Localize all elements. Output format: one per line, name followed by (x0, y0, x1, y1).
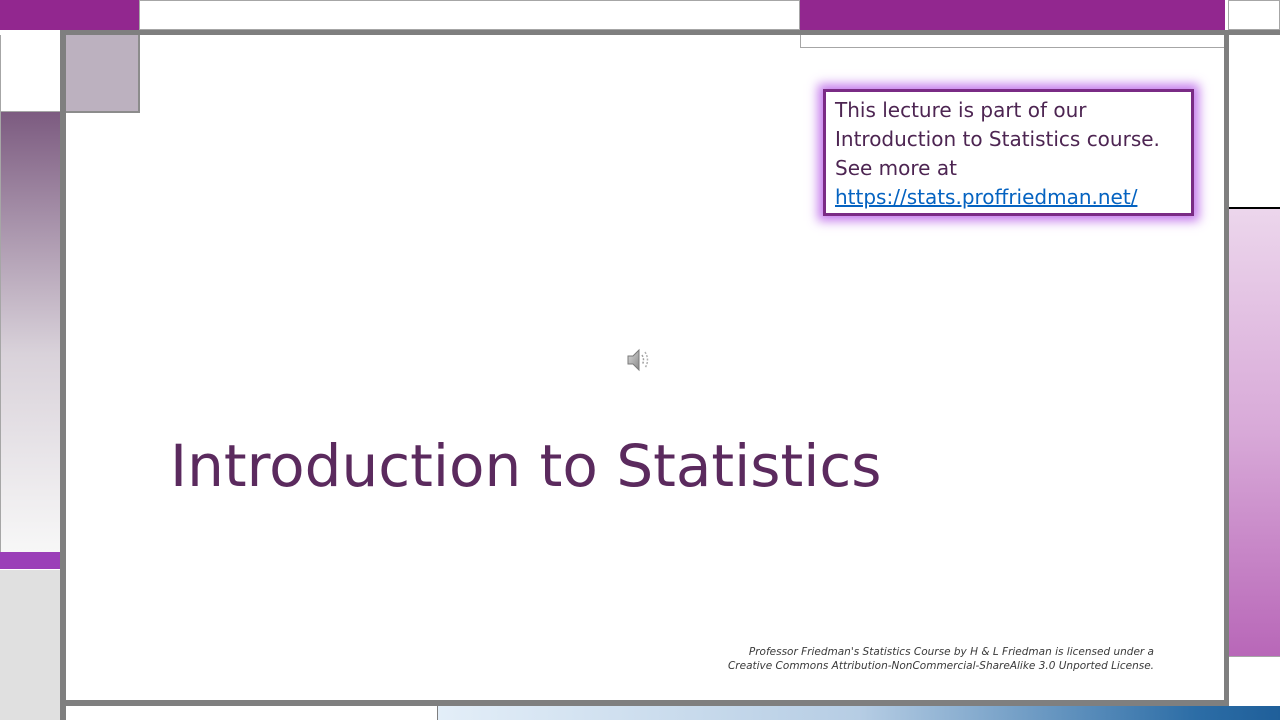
license-line-2: Creative Commons Attribution-NonCommerci… (727, 660, 1154, 672)
speaker-icon-graphic (627, 348, 649, 372)
left-gradient-panel (0, 112, 60, 552)
top-middle-white-box (139, 0, 800, 30)
speaker-icon[interactable] (626, 346, 654, 374)
info-line-2: Introduction to Statistics course. (835, 127, 1160, 151)
mauve-square (66, 35, 140, 113)
bottom-blue-gradient-strip (438, 706, 1280, 720)
course-website-link[interactable]: https://stats.proffriedman.net/ (835, 183, 1182, 212)
top-far-right-white-box (1228, 0, 1280, 30)
info-line-3: See more at (835, 156, 957, 180)
course-info-box: This lecture is part of our Introduction… (823, 89, 1194, 216)
bottom-left-white-strip (66, 706, 438, 720)
left-purple-stripe (0, 552, 62, 566)
left-purple-line (0, 566, 66, 569)
right-gradient-panel (1229, 209, 1280, 656)
left-white-box (0, 35, 60, 112)
left-gray-frame-rail (60, 30, 66, 720)
slide-title: Introduction to Statistics (170, 432, 882, 500)
license-line-1: Professor Friedman's Statistics Course b… (748, 646, 1154, 658)
top-left-purple-bar (0, 0, 139, 30)
left-gray-box (0, 570, 60, 720)
right-white-top-panel (1229, 35, 1280, 208)
license-notice: Professor Friedman's Statistics Course b… (614, 645, 1154, 673)
info-line-1: This lecture is part of our (835, 98, 1087, 122)
top-right-purple-bar (800, 0, 1225, 30)
thin-frame-line-right (800, 35, 1280, 48)
